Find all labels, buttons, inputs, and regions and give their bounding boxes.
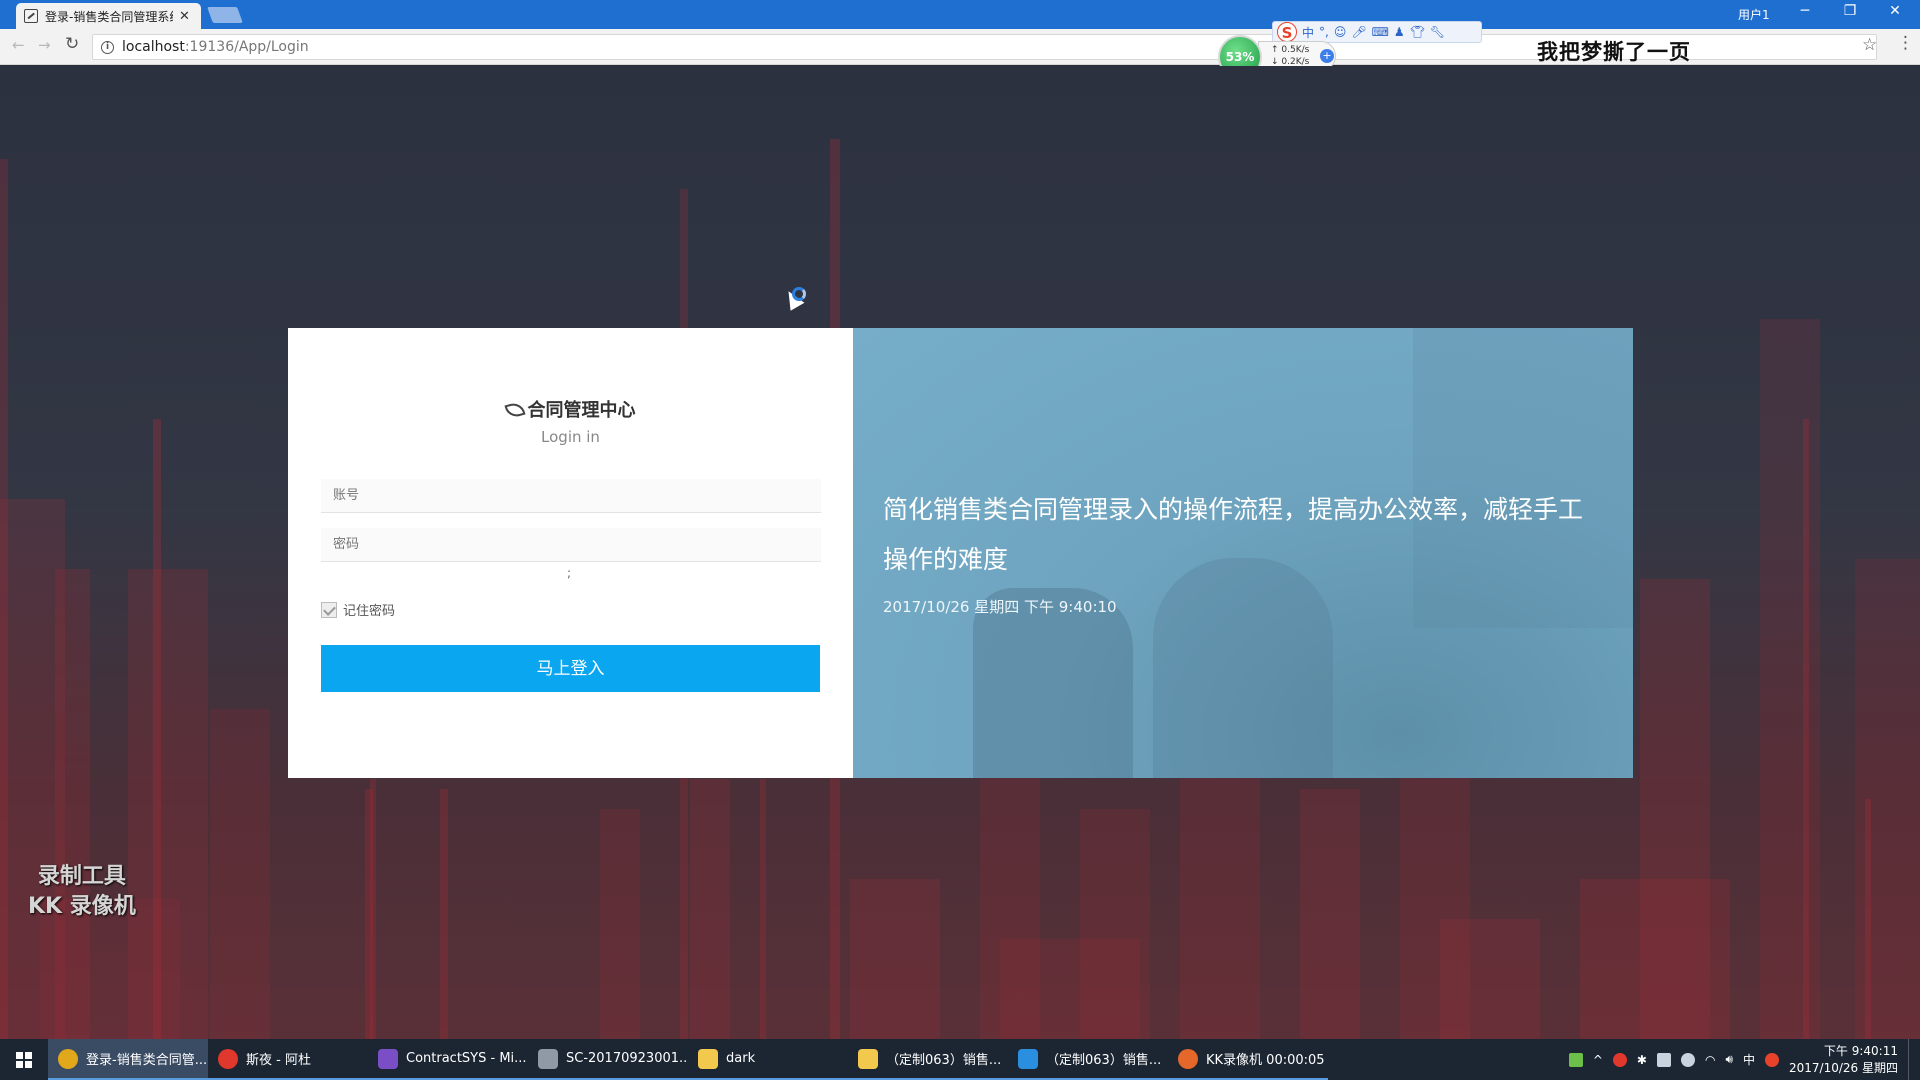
recorder-icon [1178,1048,1198,1069]
windows-logo-icon [16,1051,32,1068]
busy-spinner-icon [792,287,806,301]
battery-icon[interactable] [1656,1052,1671,1067]
minimize-button[interactable]: ─ [1785,3,1825,19]
folder-icon [858,1048,878,1069]
user-icon[interactable]: ♟ [1394,25,1405,39]
hero-datetime: 2017/10/26 星期四 下午 9:40:10 [883,598,1117,616]
accelerate-plus-icon[interactable]: + [1320,49,1334,63]
show-desktop-button[interactable] [1908,1039,1912,1080]
new-tab-button[interactable] [207,7,243,23]
keyboard-icon[interactable]: ⌨ [1372,25,1389,39]
sogou-tray-icon[interactable] [1765,1052,1780,1067]
password-input[interactable] [321,528,821,562]
word-icon [1018,1048,1038,1069]
taskbar-item-label: dark [726,1051,756,1066]
start-button[interactable] [0,1039,48,1080]
taskbar-item-word[interactable]: （定制063）销售... [1008,1039,1168,1080]
wrench-icon[interactable]: 🔧︎ [1430,25,1445,39]
taskbar-item-label: （定制063）销售... [886,1053,1002,1068]
back-arrow-icon[interactable]: ← [12,36,25,54]
show-hidden-icons-chevron-icon[interactable]: ^ [1593,1053,1603,1067]
cloud-icon[interactable] [1680,1052,1695,1067]
taskbar-item-tool[interactable]: SC-20170923001... [528,1039,688,1080]
page-favicon-icon [24,9,38,23]
forward-arrow-icon[interactable]: → [38,36,51,54]
tool-icon [538,1048,558,1069]
checkbox-checked-icon[interactable] [321,601,337,618]
remember-password-label: 记住密码 [343,604,396,619]
lyrics-overlay: 我把梦撕了一页 [1537,40,1691,64]
taskbar-item-label: ContractSYS - Mi... [406,1051,527,1066]
account-input[interactable] [321,479,821,513]
volume-icon[interactable]: 🔊︎ [1725,1052,1733,1067]
wifi-icon[interactable]: ◠ [1705,1053,1715,1067]
leaf-icon [503,400,526,420]
login-subtitle: Login in [541,428,600,446]
url-path: :19136/App/Login [184,39,309,55]
taskbar-item-folder-custom[interactable]: （定制063）销售... [848,1039,1008,1080]
hero-panel: 简化销售类合同管理录入的操作流程，提高办公效率，减轻手工操作的难度 2017/1… [853,328,1633,778]
system-tray: ^ ✱ ◠ 🔊︎ 中 下午 9:40:11 2017/10/26 星期四 [1568,1039,1912,1080]
profile-user-label[interactable]: 用户1 [1738,6,1770,23]
taskbar-item-music[interactable]: 斯夜 - 阿杜 [208,1039,368,1080]
clock-date: 2017/10/26 星期四 [1789,1060,1898,1075]
music-icon [218,1048,238,1069]
chrome-icon [58,1048,78,1069]
browser-tab[interactable]: 登录-销售类合同管理系统 ✕ [16,3,201,29]
skin-icon[interactable]: 👕︎ [1410,25,1425,39]
login-button[interactable]: 马上登入 [321,645,820,692]
close-window-button[interactable]: ✕ [1875,3,1915,19]
taskbar-item-folder-dark[interactable]: dark [688,1039,848,1080]
remember-password-checkbox[interactable]: 记住密码 [321,600,395,619]
taskbar-item-label: KK录像机 00:00:05 [1206,1053,1325,1068]
battery-app-icon[interactable] [1568,1052,1583,1067]
site-info-icon[interactable]: i [101,40,114,54]
taskbar-item-visual-studio[interactable]: ContractSYS - Mi... [368,1039,528,1080]
taskbar-item-chrome[interactable]: 登录-销售类合同管... [48,1039,208,1080]
tab-close-icon[interactable]: ✕ [179,9,190,24]
folder-icon [698,1048,718,1069]
tray-ime-label[interactable]: 中 [1743,1051,1755,1068]
bluetooth-icon[interactable]: ✱ [1637,1053,1647,1067]
recorder-watermark-line2: KK 录像机 [28,894,136,919]
visual-studio-icon [378,1048,398,1069]
taskbar-item-label: （定制063）销售... [1046,1053,1162,1068]
recorder-watermark: 录制工具 KK 录像机 [28,862,136,922]
validation-message: ; [567,566,572,580]
url-host: localhost [122,39,185,55]
recorder-watermark-line1: 录制工具 [37,864,126,889]
brand-text: 合同管理中心 [527,400,636,421]
browser-title-bar: 登录-销售类合同管理系统 ✕ 用户1 ─ ❐ ✕ [0,0,1920,29]
restore-button[interactable]: ❐ [1830,3,1870,19]
microphone-icon[interactable]: 🎤︎ [1351,25,1366,39]
hero-background-shape [1153,558,1333,778]
security-icon[interactable] [1612,1052,1627,1067]
taskbar-item-label: 登录-销售类合同管... [86,1053,208,1068]
taskbar-item-label: 斯夜 - 阿杜 [246,1053,311,1068]
browser-menu-icon[interactable]: ⋮ [1897,33,1914,53]
clock-time: 下午 9:40:11 [1823,1043,1898,1058]
taskbar-item-label: SC-20170923001... [566,1051,688,1066]
login-panel: 合同管理中心 Login in ; 记住密码 马上登入 [288,328,853,778]
system-clock[interactable]: 下午 9:40:11 2017/10/26 星期四 [1789,1043,1898,1077]
taskbar-item-recorder[interactable]: KK录像机 00:00:05 [1168,1039,1328,1080]
windows-taskbar: 登录-销售类合同管... 斯夜 - 阿杜 ContractSYS - Mi...… [0,1039,1920,1080]
reload-icon[interactable]: ↻ [65,34,79,54]
bookmark-star-icon[interactable]: ☆ [1862,35,1877,55]
hero-slogan: 简化销售类合同管理录入的操作流程，提高办公效率，减轻手工操作的难度 [883,495,1584,574]
brand-title: 合同管理中心 [288,396,853,422]
tab-title: 登录-销售类合同管理系统 [45,9,173,24]
